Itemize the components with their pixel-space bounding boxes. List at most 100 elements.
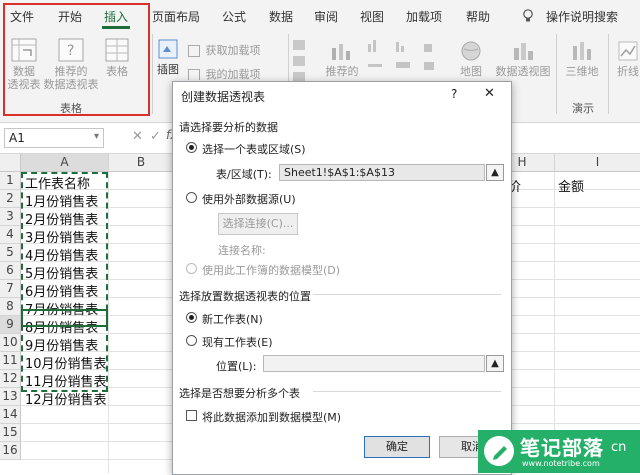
- range-label: 表/区域(T):: [216, 168, 272, 181]
- tab-help[interactable]: 帮助: [466, 8, 490, 25]
- watermark-url: www.notetribe.com: [522, 459, 600, 468]
- 3d-map-icon: [573, 42, 591, 60]
- sparkline-line-label: 折线: [617, 65, 639, 78]
- external-source-label: 使用外部数据源(U): [202, 193, 296, 206]
- pivot-chart-label: 数据透视图: [495, 65, 551, 78]
- radio-existing-sheet[interactable]: [186, 335, 197, 346]
- row-header-2[interactable]: 2: [0, 190, 21, 208]
- section-multiple-tables: 选择是否想要分析多个表: [179, 387, 300, 400]
- row-header-15[interactable]: 15: [0, 424, 21, 442]
- watermark: 笔记部落 cn www.notetribe.com: [478, 430, 640, 473]
- illustrations-label: 插图: [157, 63, 179, 76]
- my-addins-label: 我的加载项: [205, 68, 261, 80]
- name-box[interactable]: A1 ▾: [4, 128, 104, 148]
- globe-icon: [461, 41, 481, 61]
- tab-review[interactable]: 审阅: [314, 8, 338, 25]
- store-icon: [188, 45, 200, 57]
- location-input[interactable]: [263, 355, 485, 372]
- highlight-box: [3, 3, 150, 116]
- enter-formula-icon[interactable]: ✓: [150, 129, 161, 144]
- row-header-13[interactable]: 13: [0, 388, 21, 406]
- select-table-label: 选择一个表或区域(S): [202, 143, 306, 156]
- sparkline-line-button[interactable]: 折线: [614, 40, 640, 78]
- collapse-range-icon[interactable]: ▲: [486, 164, 504, 181]
- recommended-charts-icon: [332, 44, 350, 60]
- group-separator: [152, 34, 153, 114]
- column-header-a[interactable]: A: [21, 154, 109, 172]
- new-sheet-label: 新工作表(N): [202, 313, 263, 326]
- get-addins-button[interactable]: 获取加载项: [188, 42, 284, 58]
- range-input[interactable]: Sheet1!$A$1:$A$13: [279, 164, 485, 181]
- column-header-b[interactable]: B: [109, 154, 174, 172]
- tours-group-label: 演示: [572, 102, 594, 115]
- group-separator: [608, 34, 609, 114]
- row-header-8[interactable]: 8: [0, 298, 21, 316]
- add-to-model-checkbox[interactable]: [186, 410, 197, 421]
- tab-formulas[interactable]: 公式: [222, 8, 246, 25]
- radio-data-model[interactable]: [186, 263, 197, 274]
- close-icon[interactable]: ✕: [484, 86, 495, 101]
- group-separator: [556, 34, 557, 114]
- existing-sheet-label: 现有工作表(E): [202, 336, 273, 349]
- row-header-5[interactable]: 5: [0, 244, 21, 262]
- row-header-16[interactable]: 16: [0, 442, 21, 460]
- row-header-10[interactable]: 10: [0, 334, 21, 352]
- row-header-12[interactable]: 12: [0, 370, 21, 388]
- copy-selection-marquee: [21, 172, 108, 392]
- chevron-down-icon[interactable]: ▾: [94, 131, 99, 142]
- create-pivot-table-dialog: 创建数据透视表 ? ✕ 请选择要分析的数据 选择一个表或区域(S) 表/区域(T…: [172, 81, 512, 475]
- tab-view[interactable]: 视图: [360, 8, 384, 25]
- range-value: Sheet1!$A$1:$A$13: [284, 166, 395, 179]
- illustrations-icon: [158, 39, 178, 59]
- pivot-chart-button[interactable]: 数据透视图: [492, 40, 554, 78]
- tab-data[interactable]: 数据: [269, 8, 293, 25]
- illustrations-button[interactable]: 插图: [156, 38, 180, 76]
- column-header-i[interactable]: I: [555, 154, 640, 172]
- section-divider: [313, 294, 501, 295]
- map-chart-label: 地图: [460, 65, 482, 78]
- radio-external-source[interactable]: [186, 192, 197, 203]
- select-all-corner[interactable]: [0, 154, 21, 172]
- row-header-6[interactable]: 6: [0, 262, 21, 280]
- my-addins-button[interactable]: 我的加载项: [188, 66, 284, 80]
- row-header-7[interactable]: 7: [0, 280, 21, 298]
- tab-page-layout[interactable]: 页面布局: [152, 8, 200, 25]
- row-header-3[interactable]: 3: [0, 208, 21, 226]
- recommended-charts-label: 推荐的: [325, 65, 359, 78]
- row-header-1[interactable]: 1: [0, 172, 21, 190]
- cell-i1: 金额: [558, 180, 585, 195]
- lightbulb-icon: [522, 9, 534, 26]
- recommended-charts-button[interactable]: 推荐的: [322, 40, 362, 78]
- map-chart-button[interactable]: 地图: [454, 40, 488, 78]
- sparkline-icon: [618, 41, 638, 61]
- row-header-14[interactable]: 14: [0, 406, 21, 424]
- pivot-chart-icon: [514, 43, 533, 60]
- help-icon[interactable]: ?: [451, 87, 457, 101]
- add-to-model-label: 将此数据添加到数据模型(M): [202, 411, 342, 424]
- row-header-9[interactable]: 9: [0, 316, 21, 334]
- addins-icon: [188, 69, 200, 80]
- radio-select-table[interactable]: [186, 142, 197, 153]
- 3d-map-button[interactable]: 三维地: [562, 40, 602, 78]
- section-location: 选择放置数据透视表的位置: [179, 290, 311, 303]
- 3d-map-label: 三维地: [565, 65, 599, 78]
- dialog-title: 创建数据透视表: [181, 90, 266, 104]
- section-data-source: 请选择要分析的数据: [179, 121, 278, 134]
- radio-new-sheet[interactable]: [186, 312, 197, 323]
- choose-connection-button[interactable]: 选择连接(C)...: [218, 213, 298, 235]
- row-header-11[interactable]: 11: [0, 352, 21, 370]
- collapse-location-icon[interactable]: ▲: [486, 355, 504, 372]
- get-addins-label: 获取加载项: [205, 44, 261, 57]
- cancel-formula-icon[interactable]: ✕: [132, 129, 143, 144]
- data-model-label: 使用此工作簿的数据模型(D): [202, 264, 341, 277]
- section-divider: [313, 391, 501, 392]
- row-header-4[interactable]: 4: [0, 226, 21, 244]
- location-label: 位置(L):: [216, 360, 257, 373]
- grid-column-line: [108, 172, 109, 473]
- ok-button[interactable]: 确定: [364, 436, 430, 458]
- name-box-value: A1: [9, 131, 25, 145]
- tab-addins[interactable]: 加载项: [406, 8, 442, 25]
- tell-me-search[interactable]: 操作说明搜索: [546, 8, 618, 25]
- active-cell: [21, 309, 108, 327]
- watermark-title: 笔记部落: [520, 436, 604, 460]
